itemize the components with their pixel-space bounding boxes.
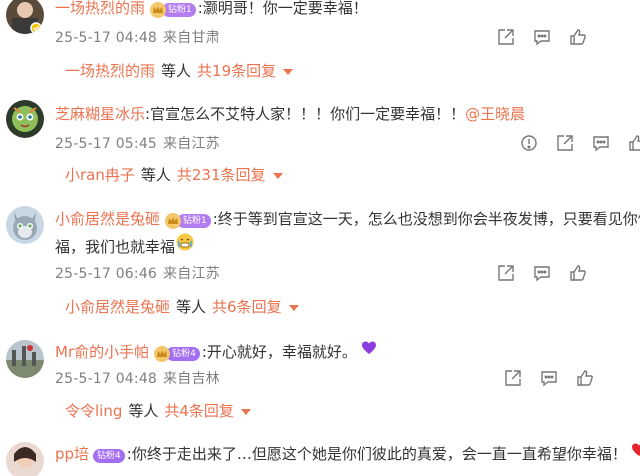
comment-actions bbox=[498, 263, 640, 283]
username-link[interactable]: 一场热烈的雨 bbox=[55, 0, 145, 17]
share-icon[interactable] bbox=[503, 368, 523, 388]
avatar[interactable] bbox=[6, 442, 44, 476]
username-link[interactable]: 小俞居然是兔砸 bbox=[55, 210, 160, 228]
comment-text-line: 一场热烈的雨 钻粉1:灏明哥！你一定要幸福！ bbox=[55, 0, 368, 20]
comment-text-line: 芝麻糊星冰乐:官宣怎么不艾特人家！！！你们一定要幸福！！@王晓晨 bbox=[55, 102, 525, 126]
fan-badge: 钻粉4 bbox=[153, 342, 200, 362]
reply-username[interactable]: 小俞居然是兔砸 bbox=[65, 298, 170, 316]
comment-location: 来自吉林 bbox=[163, 371, 220, 387]
reply-summary[interactable]: 一场热烈的雨 等人 共19条回复 bbox=[65, 60, 294, 81]
comment-actions bbox=[505, 368, 640, 388]
chevron-down-icon[interactable] bbox=[288, 304, 299, 311]
fan-badge: 钻粉1 bbox=[149, 0, 196, 18]
fan-badge: 钻粉4 bbox=[93, 444, 125, 463]
crown-icon bbox=[150, 2, 167, 18]
chevron-down-icon[interactable] bbox=[240, 408, 251, 415]
reply-summary[interactable]: 令令ling 等人 共4条回复 bbox=[65, 400, 251, 421]
comment-text-line: 福，我们也就幸福 bbox=[55, 232, 640, 261]
comment-date: 25-5-17 05:45 bbox=[55, 136, 158, 152]
like-icon[interactable] bbox=[575, 368, 595, 388]
fan-badge: 钻粉1 bbox=[164, 209, 211, 229]
reply-count-link[interactable]: 共4条回复 bbox=[164, 402, 234, 420]
crown-icon bbox=[165, 213, 182, 229]
comment-text-line: pp培 钻粉4:你终于走出来了…但愿这个她是你们彼此的真爱，会一直一直希望你幸福！ bbox=[55, 442, 640, 467]
reply-summary[interactable]: 小ran冉子 等人 共231条回复 bbox=[65, 164, 283, 185]
red-heart-icon bbox=[631, 441, 640, 465]
username-link[interactable]: pp培 bbox=[55, 445, 89, 463]
chevron-down-icon[interactable] bbox=[283, 68, 294, 75]
report-icon[interactable] bbox=[519, 133, 539, 153]
comment-content: 福，我们也就幸福 bbox=[55, 238, 176, 256]
like-icon[interactable] bbox=[568, 27, 588, 47]
like-icon[interactable] bbox=[627, 133, 640, 153]
username-link[interactable]: 芝麻糊星冰乐 bbox=[55, 105, 145, 123]
comment-date: 25-5-17 06:46 bbox=[55, 266, 158, 282]
share-icon[interactable] bbox=[555, 133, 575, 153]
avatar[interactable] bbox=[6, 100, 44, 138]
like-icon[interactable] bbox=[568, 263, 588, 283]
comment-content: :你终于走出来了…但愿这个她是你们彼此的真爱，会一直一直希望你幸福！ bbox=[126, 445, 627, 463]
comment-content: :官宣怎么不艾特人家！！！你们一定要幸福！！ bbox=[145, 105, 466, 123]
reply-username[interactable]: 一场热烈的雨 bbox=[65, 62, 155, 80]
reply-username[interactable]: 小ran冉子 bbox=[65, 166, 135, 184]
reply-summary[interactable]: 小俞居然是兔砸 等人 共6条回复 bbox=[65, 296, 299, 317]
comment-icon[interactable] bbox=[539, 368, 559, 388]
reply-count-link[interactable]: 共231条回复 bbox=[177, 166, 266, 184]
comment-date: 25-5-17 04:48 bbox=[55, 30, 158, 46]
comment-icon[interactable] bbox=[532, 27, 552, 47]
comment-content: :灏明哥！你一定要幸福！ bbox=[197, 0, 368, 17]
avatar[interactable] bbox=[6, 206, 44, 244]
chevron-down-icon[interactable] bbox=[272, 172, 283, 179]
reply-count-link[interactable]: 共6条回复 bbox=[212, 298, 282, 316]
comment-meta: 25-5-17 05:45 来自江苏 bbox=[55, 133, 220, 153]
avatar[interactable] bbox=[6, 0, 44, 34]
reply-count-link[interactable]: 共19条回复 bbox=[197, 62, 276, 80]
comment-location: 来自江苏 bbox=[163, 136, 220, 152]
comment-meta: 25-5-17 04:48 来自甘肃 bbox=[55, 27, 220, 47]
comment-meta: 25-5-17 04:48 来自吉林 bbox=[55, 368, 220, 388]
comment-location: 来自江苏 bbox=[163, 266, 220, 282]
comment-icon[interactable] bbox=[532, 263, 552, 283]
share-icon[interactable] bbox=[496, 263, 516, 283]
avatar[interactable] bbox=[6, 340, 44, 378]
comment-meta: 25-5-17 06:46 来自江苏 bbox=[55, 263, 220, 283]
comment-date: 25-5-17 04:48 bbox=[55, 371, 158, 387]
comment-content: :开心就好，幸福就好。 bbox=[201, 343, 357, 361]
purple-heart-icon bbox=[361, 339, 377, 363]
share-icon[interactable] bbox=[496, 27, 516, 47]
emoji-icon bbox=[175, 232, 195, 259]
comment-content: :终于等到官宣这一天，怎么也没想到你会半夜发博，只要看见你俩 bbox=[212, 210, 640, 228]
mention-link[interactable]: @王晓晨 bbox=[465, 105, 525, 123]
username-link[interactable]: Mr俞的小手帕 bbox=[55, 343, 149, 361]
comment-actions bbox=[520, 133, 640, 153]
comment-icon[interactable] bbox=[591, 133, 611, 153]
crown-icon bbox=[154, 346, 171, 362]
comment-location: 来自甘肃 bbox=[163, 30, 220, 46]
comment-actions bbox=[498, 27, 640, 47]
reply-username[interactable]: 令令ling bbox=[65, 402, 122, 420]
comment-text-line: Mr俞的小手帕 钻粉4:开心就好，幸福就好。 bbox=[55, 340, 377, 365]
comment-text-line: 小俞居然是兔砸 钻粉1:终于等到官宣这一天，怎么也没想到你会半夜发博，只要看见你俩 bbox=[55, 207, 640, 231]
